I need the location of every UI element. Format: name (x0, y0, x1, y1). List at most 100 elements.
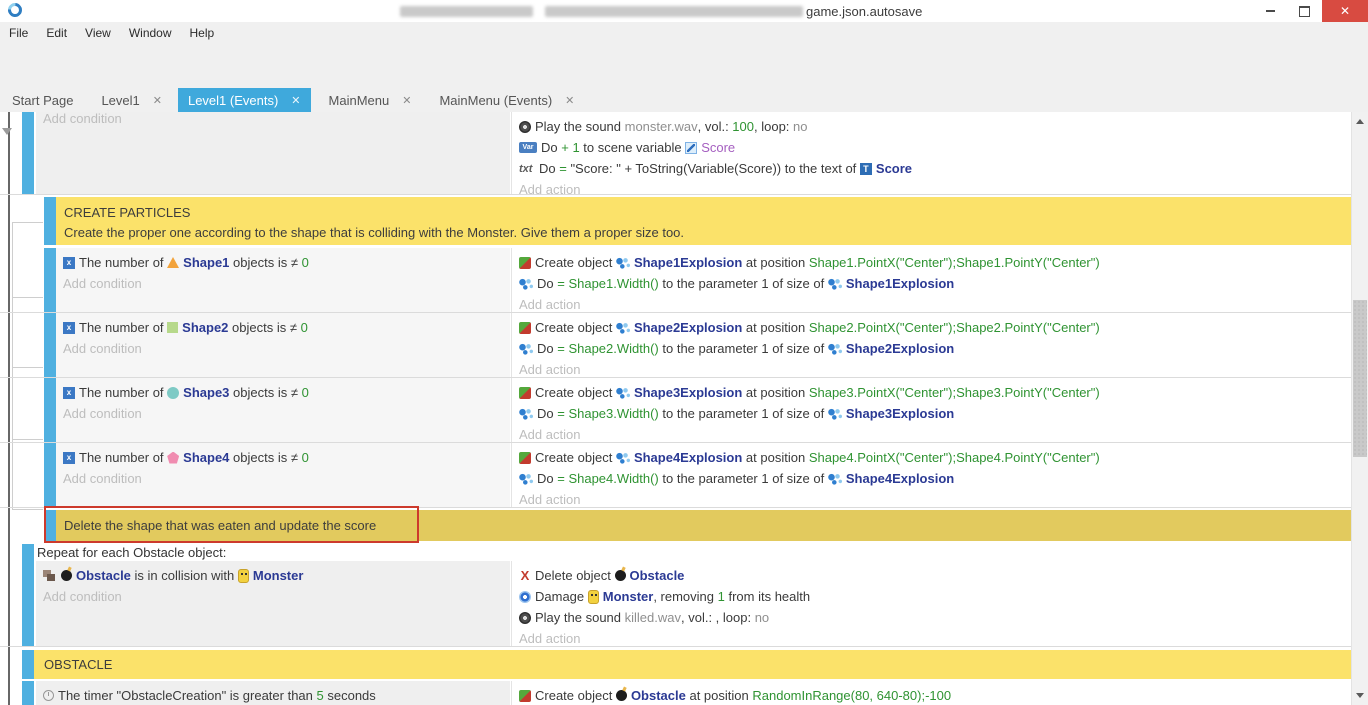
add-condition-link[interactable]: Add condition (56, 468, 510, 489)
tab-close-icon[interactable]: ✕ (565, 94, 574, 107)
add-action-link[interactable]: Add action (512, 628, 1353, 646)
actions-column[interactable]: X Delete object Obstacle Damage Monster,… (511, 561, 1353, 646)
add-condition-link[interactable]: Add condition (56, 403, 510, 424)
add-action-link[interactable]: Add action (512, 179, 1353, 194)
conditions-column[interactable]: x The number of Shape1 objects is ≠ 0 Ad… (56, 248, 510, 312)
tab-start-page[interactable]: Start Page (2, 88, 83, 112)
action-set-size[interactable]: Do = Shape2.Width() to the parameter 1 o… (512, 338, 1353, 359)
action-set-size[interactable]: Do = Shape4.Width() to the parameter 1 o… (512, 468, 1353, 489)
tab-mainmenu[interactable]: MainMenu ✕ (319, 88, 422, 112)
gdevelop-logo-icon (5, 0, 25, 20)
restore-button[interactable] (1288, 0, 1320, 22)
condition-shape3-count[interactable]: x The number of Shape3 objects is ≠ 0 (56, 382, 510, 403)
tab-level1-events[interactable]: Level1 (Events) ✕ (178, 88, 311, 112)
tab-close-icon[interactable]: ✕ (402, 94, 411, 107)
menu-window[interactable]: Window (120, 26, 181, 40)
menu-file[interactable]: File (0, 26, 37, 40)
add-action-link[interactable]: Add action (512, 424, 1353, 442)
comment-obstacle[interactable]: OBSTACLE (0, 650, 1352, 679)
condition-timer[interactable]: The timer "ObstacleCreation" is greater … (36, 685, 510, 705)
action-create-explosion[interactable]: Create object Shape4Explosion at positio… (512, 447, 1353, 468)
actions-column[interactable]: Create object Obstacle at position Rando… (511, 681, 1353, 705)
actions-column[interactable]: Create object Shape1Explosion at positio… (511, 248, 1353, 312)
particles-icon (828, 473, 842, 485)
tab-close-icon[interactable]: ✕ (291, 94, 300, 107)
add-condition-link[interactable]: Add condition (36, 586, 510, 607)
menu-edit[interactable]: Edit (37, 26, 76, 40)
tab-close-icon[interactable]: ✕ (153, 94, 162, 107)
particles-icon (616, 387, 630, 399)
particles-icon (828, 408, 842, 420)
variable-icon: Var (519, 142, 537, 153)
action-create-explosion[interactable]: Create object Shape1Explosion at positio… (512, 252, 1353, 273)
event-shape2[interactable]: x The number of Shape2 objects is ≠ 0 Ad… (0, 313, 1352, 378)
add-action-link[interactable]: Add action (512, 359, 1353, 377)
action-damage-monster[interactable]: Damage Monster, removing 1 from its heal… (512, 586, 1353, 607)
create-object-icon (519, 690, 531, 702)
create-object-icon (519, 322, 531, 334)
conditions-column[interactable]: x The number of Shape3 objects is ≠ 0 Ad… (56, 378, 510, 442)
menu-view[interactable]: View (76, 26, 120, 40)
add-condition-link[interactable]: Add condition (36, 112, 510, 129)
action-set-size[interactable]: Do = Shape1.Width() to the parameter 1 o… (512, 273, 1353, 294)
conditions-column[interactable]: x The number of Shape2 objects is ≠ 0 Ad… (56, 313, 510, 377)
scroll-up-icon[interactable] (1356, 119, 1364, 124)
particles-icon (519, 408, 533, 420)
collision-icon (43, 570, 57, 582)
vertical-scrollbar[interactable] (1351, 112, 1368, 705)
redacted-title-text (545, 6, 803, 17)
conditions-column[interactable]: The timer "ObstacleCreation" is greater … (36, 681, 510, 705)
scene-variable-icon (685, 142, 697, 154)
event-shape4[interactable]: x The number of Shape4 objects is ≠ 0 Ad… (0, 443, 1352, 508)
action-delete-obstacle[interactable]: X Delete object Obstacle (512, 565, 1353, 586)
action-create-explosion[interactable]: Create object Shape2Explosion at positio… (512, 317, 1353, 338)
event-color-bar (22, 681, 34, 705)
object-count-icon: x (63, 322, 75, 334)
tab-label: MainMenu (329, 93, 390, 108)
minimize-button[interactable] (1254, 0, 1286, 22)
redacted-title-text (400, 6, 533, 17)
scrollbar-thumb[interactable] (1353, 300, 1367, 457)
actions-column[interactable]: Create object Shape3Explosion at positio… (511, 378, 1353, 442)
event-repeat-obstacle[interactable]: Obstacle is in collision with Monster Ad… (0, 561, 1352, 647)
comment-color-bar (44, 197, 56, 245)
menu-help[interactable]: Help (181, 26, 224, 40)
add-condition-link[interactable]: Add condition (56, 273, 510, 294)
action-increment-variable[interactable]: Var Do + 1 to scene variable Score (512, 137, 1353, 158)
action-create-obstacle[interactable]: Create object Obstacle at position Rando… (512, 685, 1353, 705)
tab-level1[interactable]: Level1 ✕ (91, 88, 172, 112)
scroll-down-icon[interactable] (1356, 693, 1364, 698)
comment-create-particles[interactable]: CREATE PARTICLES Create the proper one a… (0, 197, 1352, 245)
conditions-column[interactable]: Obstacle is in collision with Monster Ad… (36, 561, 510, 646)
event-shape1[interactable]: x The number of Shape1 objects is ≠ 0 Ad… (0, 248, 1352, 313)
particles-icon (616, 452, 630, 464)
actions-column[interactable]: Play the sound monster.wav, vol.: 100, l… (511, 112, 1353, 194)
event-shape3[interactable]: x The number of Shape3 objects is ≠ 0 Ad… (0, 378, 1352, 443)
action-play-killed-sound[interactable]: Play the sound killed.wav, vol.: , loop:… (512, 607, 1353, 628)
tab-mainmenu-events[interactable]: MainMenu (Events) ✕ (429, 88, 584, 112)
condition-shape2-count[interactable]: x The number of Shape2 objects is ≠ 0 (56, 317, 510, 338)
condition-collision[interactable]: Obstacle is in collision with Monster (36, 565, 510, 586)
add-action-link[interactable]: Add action (512, 489, 1353, 507)
close-button[interactable]: ✕ (1322, 0, 1368, 22)
conditions-column[interactable]: Add condition (36, 112, 510, 194)
action-set-text[interactable]: txt Do = "Score: " + ToString(Variable(S… (512, 158, 1353, 179)
tab-label: Start Page (12, 93, 73, 108)
event-color-bar (44, 443, 56, 507)
action-create-explosion[interactable]: Create object Shape3Explosion at positio… (512, 382, 1353, 403)
add-condition-link[interactable]: Add condition (56, 338, 510, 359)
comment-color-bar (22, 650, 34, 679)
actions-column[interactable]: Create object Shape2Explosion at positio… (511, 313, 1353, 377)
conditions-column[interactable]: x The number of Shape4 objects is ≠ 0 Ad… (56, 443, 510, 507)
event-score[interactable]: Add condition Play the sound monster.wav… (0, 112, 1352, 195)
action-set-size[interactable]: Do = Shape3.Width() to the parameter 1 o… (512, 403, 1353, 424)
create-object-icon (519, 387, 531, 399)
actions-column[interactable]: Create object Shape4Explosion at positio… (511, 443, 1353, 507)
condition-shape4-count[interactable]: x The number of Shape4 objects is ≠ 0 (56, 447, 510, 468)
action-play-sound[interactable]: Play the sound monster.wav, vol.: 100, l… (512, 116, 1353, 137)
event-obstacle-timer[interactable]: The timer "ObstacleCreation" is greater … (0, 681, 1352, 705)
add-action-link[interactable]: Add action (512, 294, 1353, 312)
condition-shape1-count[interactable]: x The number of Shape1 objects is ≠ 0 (56, 252, 510, 273)
repeat-event-header[interactable]: Repeat for each Obstacle object: (37, 545, 226, 560)
obstacle-icon (615, 570, 626, 581)
